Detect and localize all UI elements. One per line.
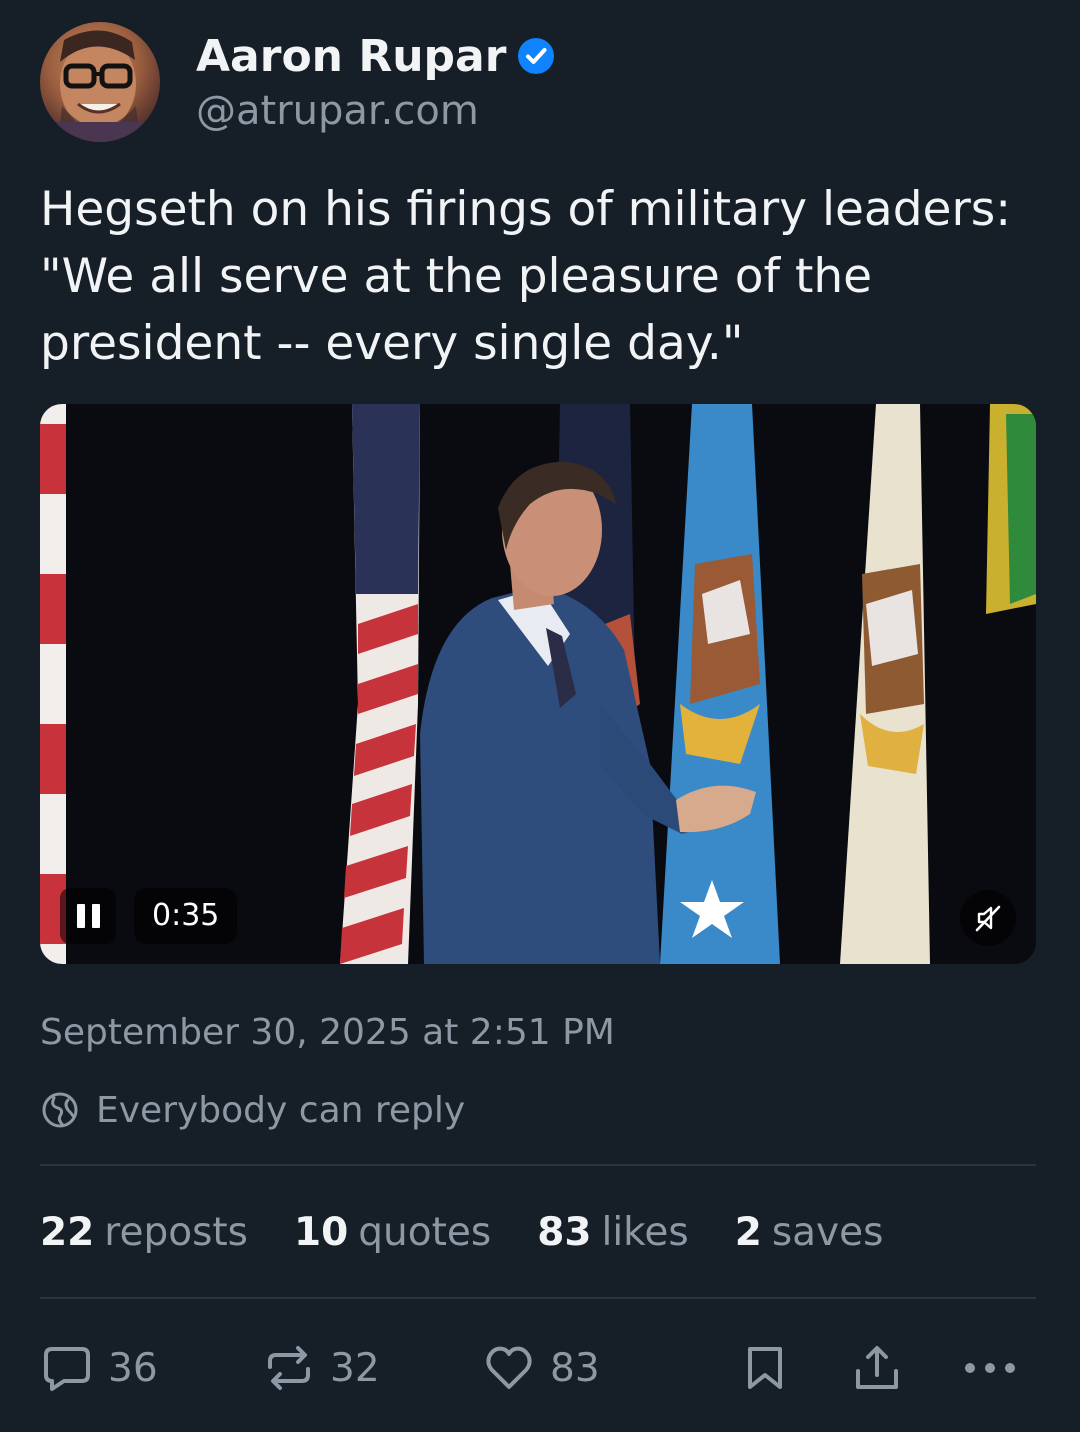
like-button[interactable]: 83	[482, 1336, 600, 1400]
reposts-count: 22	[40, 1209, 95, 1255]
post-timestamp: September 30, 2025 at 2:51 PM	[40, 1012, 615, 1053]
likes-label: likes	[601, 1209, 689, 1255]
video-duration: 0:35	[134, 888, 238, 944]
like-count: 83	[550, 1345, 600, 1391]
repost-button[interactable]: 32	[262, 1336, 380, 1400]
more-options-button[interactable]	[960, 1336, 1020, 1400]
mute-button[interactable]	[960, 890, 1016, 946]
share-icon	[856, 1346, 898, 1389]
avatar-image	[40, 30, 160, 142]
likes-stat[interactable]: 83 likes	[537, 1210, 688, 1255]
reposts-stat[interactable]: 22 reposts	[40, 1210, 248, 1255]
pause-icon	[76, 904, 85, 928]
reply-count: 36	[108, 1345, 158, 1391]
pause-icon-bar	[91, 904, 100, 928]
post-text: Hegseth on his firings of military leade…	[40, 182, 1012, 371]
repost-count: 32	[330, 1345, 380, 1391]
divider	[40, 1164, 1036, 1166]
quotes-label: quotes	[358, 1209, 492, 1255]
more-icon	[965, 1363, 1015, 1373]
reply-icon	[44, 1347, 90, 1391]
bookmark-icon	[748, 1347, 782, 1389]
repost-icon	[268, 1346, 310, 1390]
globe-icon	[42, 1092, 78, 1128]
reply-button[interactable]: 36	[40, 1336, 158, 1400]
video-player[interactable]: 0:35	[40, 404, 1036, 964]
saves-label: saves	[771, 1209, 884, 1255]
verified-badge-icon	[518, 38, 555, 74]
handle[interactable]: @atrupar.com	[196, 88, 479, 134]
divider	[40, 1297, 1036, 1299]
video-frame	[40, 404, 1036, 964]
name-row: Aaron Rupar	[196, 28, 556, 84]
action-bar: 36 32 83	[40, 1336, 1036, 1400]
quotes-stat[interactable]: 10 quotes	[294, 1210, 491, 1255]
reply-setting: Everybody can reply	[40, 1085, 465, 1135]
heart-icon	[486, 1346, 532, 1389]
engagement-stats: 22 reposts 10 quotes 83 likes 2 saves	[40, 1204, 883, 1260]
mute-icon	[975, 905, 1001, 932]
reposts-label: reposts	[104, 1209, 248, 1255]
saves-count: 2	[734, 1209, 762, 1255]
display-name[interactable]: Aaron Rupar	[196, 31, 506, 82]
reply-setting-label: Everybody can reply	[96, 1089, 466, 1131]
pause-button[interactable]	[60, 888, 116, 944]
avatar[interactable]	[40, 22, 160, 142]
share-button[interactable]	[850, 1336, 904, 1400]
likes-count: 83	[537, 1209, 592, 1255]
post-header: Aaron Rupar @atrupar.com	[40, 22, 1040, 144]
bookmark-button[interactable]	[740, 1336, 790, 1400]
saves-stat[interactable]: 2 saves	[735, 1210, 884, 1255]
quotes-count: 10	[294, 1209, 349, 1255]
